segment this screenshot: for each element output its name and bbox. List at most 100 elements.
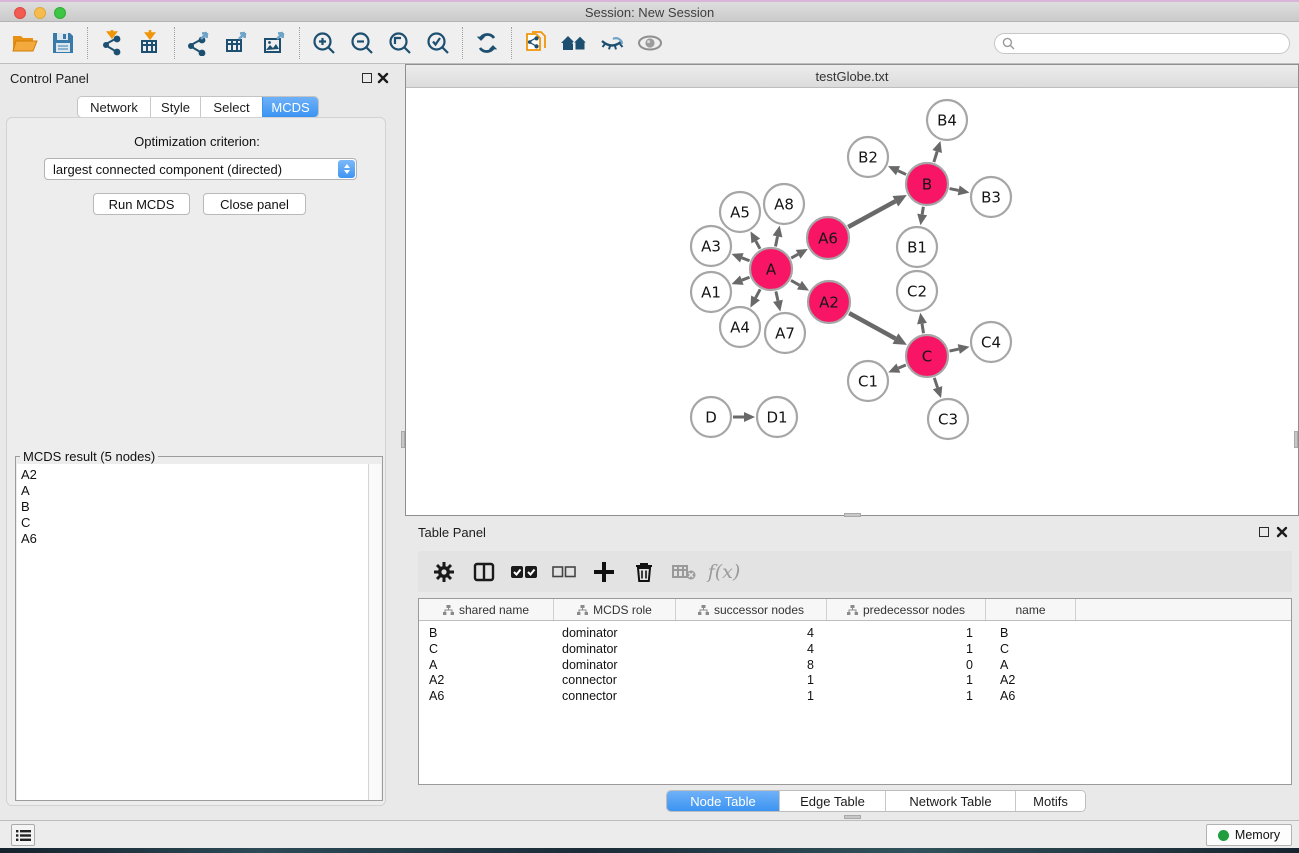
graph-node-B4[interactable]: B4 xyxy=(927,100,967,140)
graph-edge-B-B3[interactable] xyxy=(950,189,959,191)
result-item[interactable]: A xyxy=(21,483,369,499)
search-input[interactable] xyxy=(994,33,1290,54)
home-layout-icon[interactable] xyxy=(555,25,593,61)
task-history-button[interactable] xyxy=(11,824,35,846)
close-panel-button[interactable]: Close panel xyxy=(203,193,306,215)
save-session-icon[interactable] xyxy=(44,25,82,61)
tab-network[interactable]: Network xyxy=(78,97,150,117)
mcds-result-scrollbar[interactable] xyxy=(368,464,381,800)
criterion-select[interactable]: largest connected component (directed) xyxy=(44,158,357,180)
hide-panel-eye-icon[interactable] xyxy=(593,25,631,61)
result-item[interactable]: B xyxy=(21,499,369,515)
result-item[interactable]: A6 xyxy=(21,531,369,547)
graph-edge-C-C1[interactable] xyxy=(898,365,905,368)
graph-node-C4[interactable]: C4 xyxy=(971,322,1011,362)
horizontal-splitter-handle[interactable] xyxy=(844,513,861,517)
graph-node-B2[interactable]: B2 xyxy=(848,137,888,177)
graph-node-A6[interactable]: A6 xyxy=(807,217,849,259)
mcds-result-list[interactable]: A2ABCA6 xyxy=(17,464,369,800)
graph-edge-B-B2[interactable] xyxy=(898,171,906,175)
result-item[interactable]: A2 xyxy=(21,467,369,483)
unchecked-pair-icon[interactable] xyxy=(544,554,584,590)
graph-node-A[interactable]: A xyxy=(750,248,792,290)
network-graph-canvas[interactable]: B4 B2 B B3 A5A8A6 A3 B1 A A1 C2 A2 A4A7 C C4 C1 C3 D D1 xyxy=(406,88,1298,515)
graph-edge-A-A4[interactable] xyxy=(756,289,761,298)
zoom-fit-icon[interactable] xyxy=(381,25,419,61)
graph-node-C3[interactable]: C3 xyxy=(928,399,968,439)
zoom-out-icon[interactable] xyxy=(343,25,381,61)
left-splitter-handle[interactable] xyxy=(401,431,405,448)
graph-edge-C-C2[interactable] xyxy=(922,324,923,334)
right-splitter-handle[interactable] xyxy=(1294,431,1298,448)
graph-node-C[interactable]: C xyxy=(906,335,948,377)
graph-edge-A-A2[interactable] xyxy=(791,280,799,285)
table-panel-float-icon[interactable] xyxy=(1259,527,1269,537)
table-row[interactable]: A2connector11A2 xyxy=(419,672,1291,688)
column-header-MCDS-role[interactable]: MCDS role xyxy=(554,599,676,620)
graph-edge-A-A6[interactable] xyxy=(791,254,798,258)
graph-edge-A-A3[interactable] xyxy=(742,258,750,261)
column-header-shared-name[interactable]: shared name xyxy=(419,599,554,620)
column-header-name[interactable]: name xyxy=(986,599,1076,620)
result-item[interactable]: C xyxy=(21,515,369,531)
graph-edge-A-A8[interactable] xyxy=(776,236,778,246)
graph-edge-B-B4[interactable] xyxy=(934,151,937,162)
column-header-predecessor-nodes[interactable]: predecessor nodes xyxy=(827,599,986,620)
tab-network-table[interactable]: Network Table xyxy=(885,791,1015,811)
graph-node-C2[interactable]: C2 xyxy=(897,271,937,311)
tab-motifs[interactable]: Motifs xyxy=(1015,791,1085,811)
tab-select[interactable]: Select xyxy=(200,97,262,117)
graph-node-A5[interactable]: A5 xyxy=(720,192,760,232)
graph-node-B[interactable]: B xyxy=(906,163,948,205)
show-panel-eye-icon[interactable] xyxy=(631,25,669,61)
tab-edge-table[interactable]: Edge Table xyxy=(779,791,885,811)
table-panel-close-icon[interactable] xyxy=(1276,526,1288,538)
zoom-in-icon[interactable] xyxy=(305,25,343,61)
table-row[interactable]: Cdominator41C xyxy=(419,641,1291,657)
graph-edge-A6-B[interactable] xyxy=(848,201,895,227)
open-file-icon[interactable] xyxy=(6,25,44,61)
tab-style[interactable]: Style xyxy=(150,97,200,117)
zoom-selected-icon[interactable] xyxy=(419,25,457,61)
graph-edge-C-C3[interactable] xyxy=(934,378,937,388)
table-row[interactable]: A6connector11A6 xyxy=(419,688,1291,704)
export-image-icon[interactable] xyxy=(256,25,294,61)
column-header-successor-nodes[interactable]: successor nodes xyxy=(676,599,827,620)
graph-node-A8[interactable]: A8 xyxy=(764,184,804,224)
import-network-icon[interactable] xyxy=(93,25,131,61)
control-panel-close-icon[interactable] xyxy=(377,72,389,84)
network-window-titlebar[interactable]: testGlobe.txt xyxy=(406,65,1298,88)
bottom-splitter-handle[interactable] xyxy=(844,815,861,819)
graph-node-D[interactable]: D xyxy=(691,397,731,437)
graph-node-A3[interactable]: A3 xyxy=(691,226,731,266)
tab-mcds[interactable]: MCDS xyxy=(262,97,318,117)
memory-button[interactable]: Memory xyxy=(1206,824,1292,846)
graph-node-A2[interactable]: A2 xyxy=(808,281,850,323)
graph-edge-A-A5[interactable] xyxy=(756,241,760,249)
add-column-icon[interactable] xyxy=(584,554,624,590)
checked-pair-icon[interactable] xyxy=(504,554,544,590)
delete-column-icon[interactable] xyxy=(624,554,664,590)
graph-node-A7[interactable]: A7 xyxy=(765,313,805,353)
tab-node-table[interactable]: Node Table xyxy=(667,791,779,811)
graph-node-A1[interactable]: A1 xyxy=(691,272,731,312)
graph-node-A4[interactable]: A4 xyxy=(720,307,760,347)
run-mcds-button[interactable]: Run MCDS xyxy=(93,193,190,215)
import-table-icon[interactable] xyxy=(131,25,169,61)
graph-node-D1[interactable]: D1 xyxy=(757,397,797,437)
graph-edge-A2-C[interactable] xyxy=(849,313,895,339)
graph-edge-A-A1[interactable] xyxy=(742,277,750,280)
table-row[interactable]: Adominator80A xyxy=(419,657,1291,673)
graph-edge-B-B1[interactable] xyxy=(922,207,923,215)
graph-node-B3[interactable]: B3 xyxy=(971,177,1011,217)
gear-icon[interactable] xyxy=(424,554,464,590)
graph-edge-C-C4[interactable] xyxy=(949,349,958,351)
export-network-icon[interactable] xyxy=(180,25,218,61)
graph-node-C1[interactable]: C1 xyxy=(848,361,888,401)
control-panel-float-icon[interactable] xyxy=(362,73,372,83)
column-split-icon[interactable] xyxy=(464,554,504,590)
export-table-icon[interactable] xyxy=(218,25,256,61)
refresh-view-icon[interactable] xyxy=(468,25,506,61)
clone-network-icon[interactable] xyxy=(517,25,555,61)
graph-node-B1[interactable]: B1 xyxy=(897,227,937,267)
